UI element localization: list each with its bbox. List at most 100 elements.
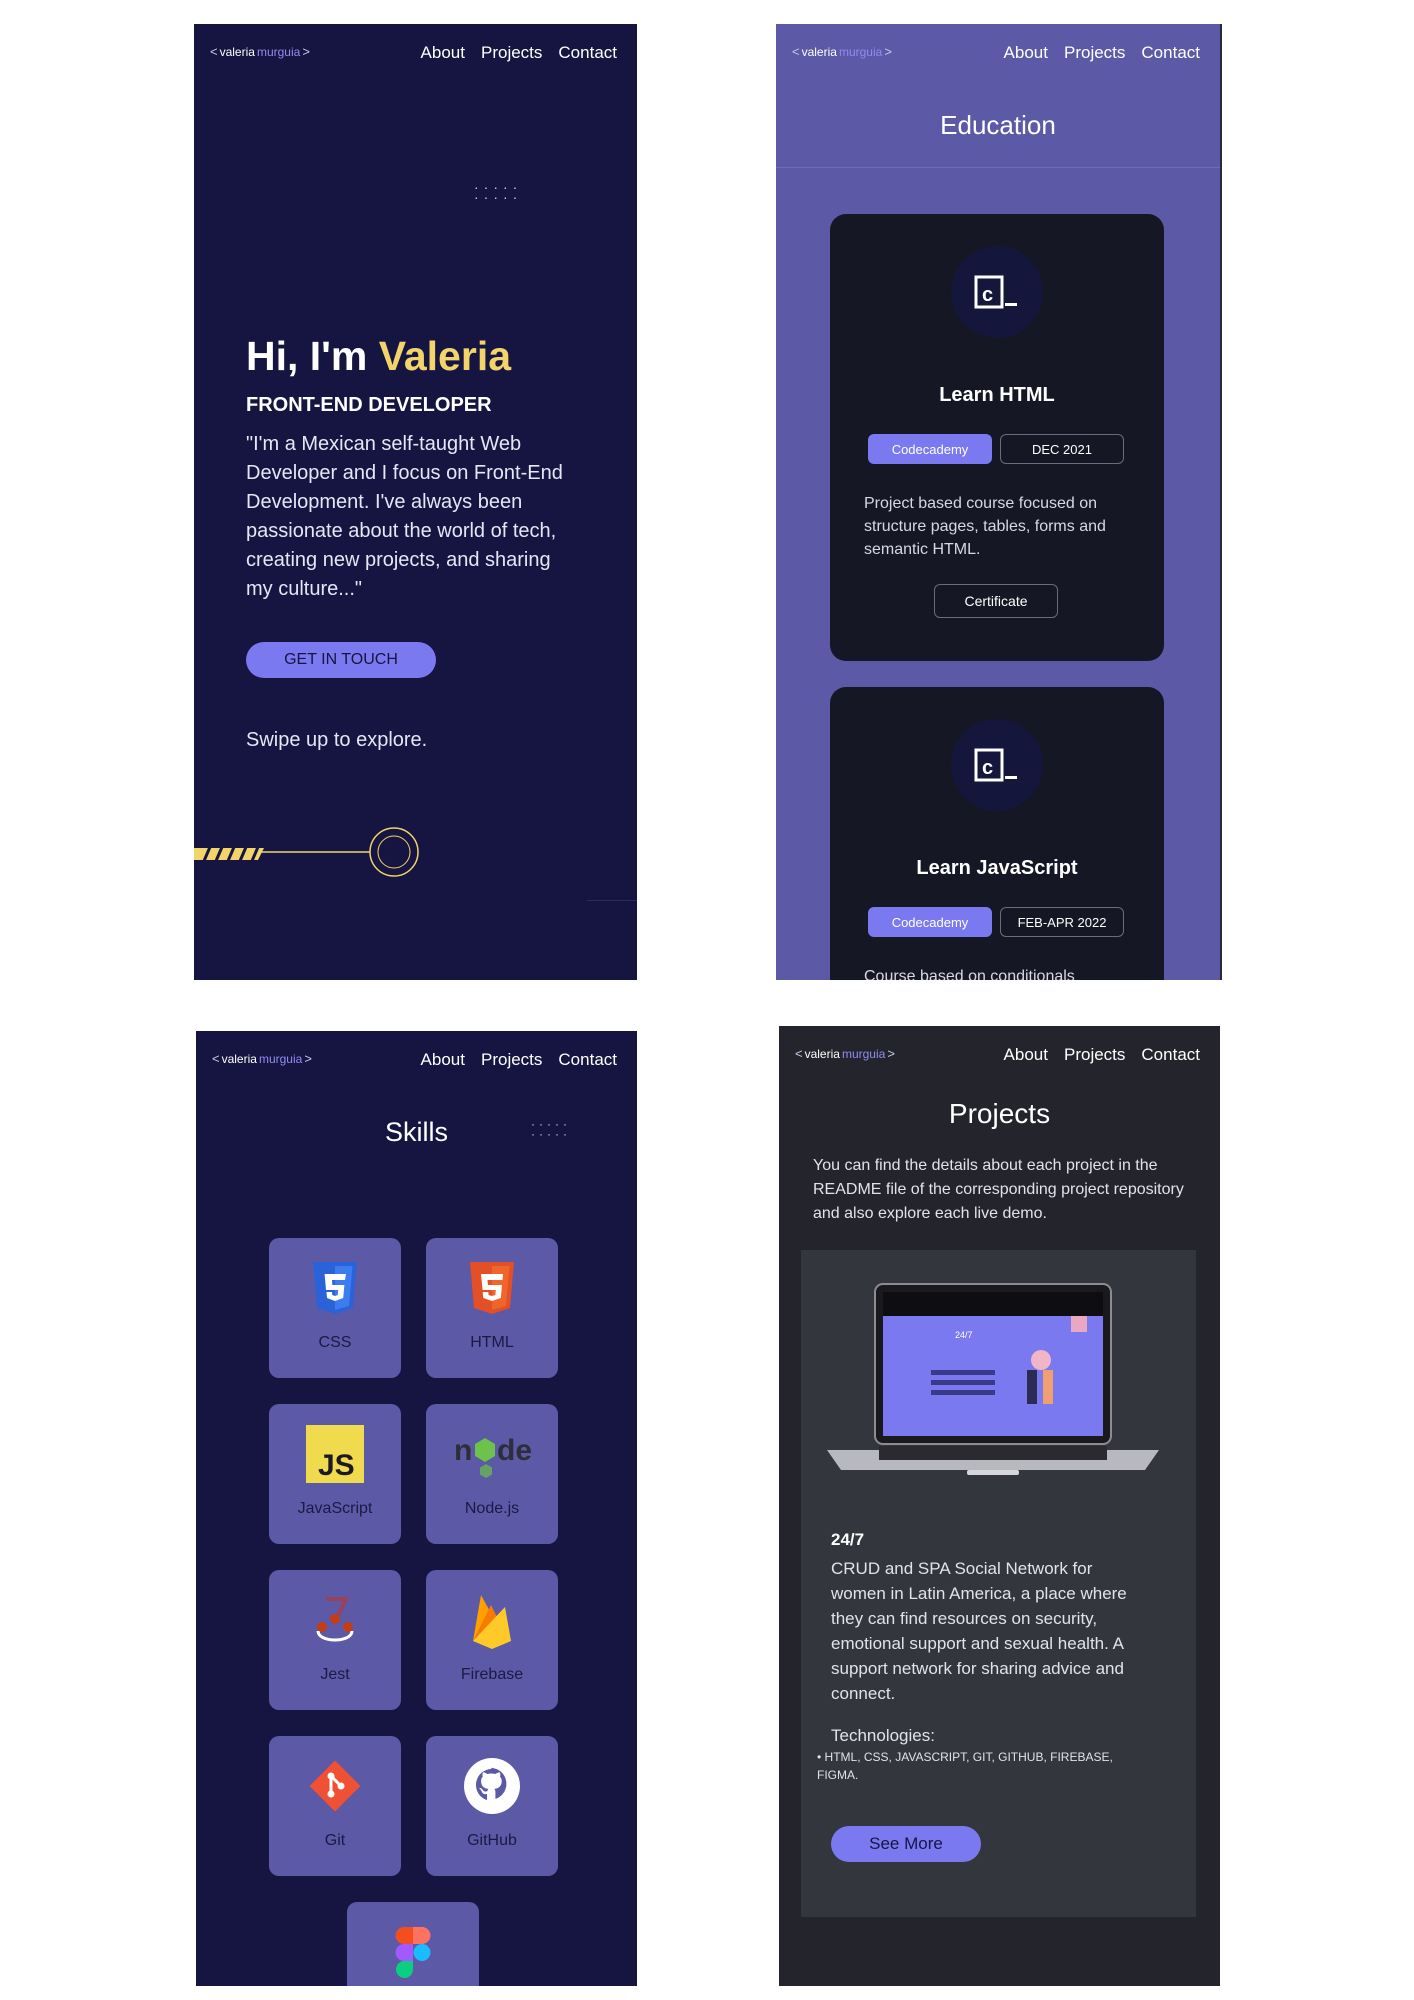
technologies-list: • HTML, CSS, JAVASCRIPT, GIT, GITHUB, FI…	[817, 1750, 1113, 1782]
css3-icon	[305, 1256, 365, 1320]
nav-link-about[interactable]: About	[1004, 1045, 1048, 1065]
date-tag: FEB-APR 2022	[1000, 907, 1124, 937]
course-description: Course based on conditionals	[864, 968, 1075, 980]
nav-link-projects[interactable]: Projects	[481, 1050, 542, 1070]
nav-link-contact[interactable]: Contact	[558, 43, 617, 63]
logo-text-last: murguia	[841, 1046, 886, 1061]
projects-intro: You can find the details about each proj…	[813, 1157, 1184, 1222]
technologies-text: HTML, CSS, JAVASCRIPT, GIT, GITHUB, FIRE…	[817, 1750, 1113, 1782]
logo-text-last: murguia	[838, 44, 883, 59]
firebase-icon	[462, 1588, 522, 1652]
figma-icon	[383, 1920, 443, 1984]
navbar: < valeria murguia > About Projects Contac…	[196, 1031, 637, 1091]
jest-icon	[305, 1588, 365, 1652]
chevron-left-icon: <	[795, 1046, 803, 1061]
nav-link-about[interactable]: About	[421, 1050, 465, 1070]
skill-card-nodejs: n de Node.js	[426, 1404, 558, 1544]
html5-icon	[462, 1256, 522, 1320]
logo[interactable]: < valeria murguia >	[210, 44, 310, 59]
hero-name: Valeria	[378, 333, 512, 379]
git-icon	[305, 1754, 365, 1818]
logo-text-last: murguia	[258, 1051, 303, 1066]
dot-grid-decoration: ····· ·····	[531, 1117, 571, 1141]
circuit-line-decoration	[194, 827, 419, 877]
certificate-button[interactable]: Certificate	[934, 584, 1058, 618]
section-title: Education	[940, 110, 1056, 140]
nav-link-projects[interactable]: Projects	[481, 43, 542, 63]
nav-link-contact[interactable]: Contact	[1141, 1045, 1200, 1065]
dot-grid-decoration: ····· ·····	[474, 179, 523, 205]
logo[interactable]: < valeria murguia >	[792, 44, 892, 59]
nav-link-projects[interactable]: Projects	[1064, 43, 1125, 63]
course-description: Project based course focused on structur…	[864, 495, 1106, 558]
logo[interactable]: < valeria murguia >	[212, 1051, 312, 1066]
navbar: < valeria murguia > About Projects Contac…	[194, 24, 637, 84]
codecademy-logo-icon: c	[951, 246, 1043, 338]
navbar: < valeria murguia > About Projects Contac…	[779, 1026, 1220, 1086]
projects-screen: < valeria murguia > About Projects Contac…	[779, 1026, 1220, 1986]
provider-tag: Codecademy	[868, 434, 992, 464]
get-in-touch-button[interactable]: GET IN TOUCH	[246, 642, 436, 678]
hero-screen: < valeria murguia > About Projects Contac…	[194, 24, 637, 980]
course-title: Learn HTML	[939, 384, 1055, 406]
nav-links: About Projects Contact	[1004, 1045, 1200, 1065]
skill-label: GitHub	[467, 1832, 517, 1849]
divider-line	[587, 900, 637, 901]
course-tags: Codecademy DEC 2021	[868, 434, 1124, 464]
codecademy-logo-icon: c	[951, 719, 1043, 811]
greeting-text: Hi, I'm	[246, 333, 379, 379]
skill-label: JavaScript	[297, 1500, 373, 1517]
svg-text:c: c	[982, 757, 993, 779]
skill-card-figma	[347, 1902, 479, 1986]
course-tags: Codecademy FEB-APR 2022	[868, 907, 1124, 937]
technologies-heading: Technologies:	[831, 1726, 935, 1745]
swipe-hint: Swipe up to explore.	[246, 729, 428, 751]
hero-bio: "I'm a Mexican self-taught Web Developer…	[246, 433, 563, 600]
chevron-left-icon: <	[792, 44, 800, 59]
skill-label: HTML	[470, 1334, 514, 1351]
see-more-button[interactable]: See More	[831, 1826, 981, 1862]
laptop-mockup-image: 24/7	[827, 1283, 1159, 1475]
course-title: Learn JavaScript	[916, 857, 1078, 879]
nav-links: About Projects Contact	[1004, 43, 1200, 63]
education-card: c Learn JavaScript Codecademy FEB-APR 20…	[830, 687, 1164, 980]
skill-label: CSS	[318, 1334, 352, 1351]
skill-label: Git	[324, 1832, 346, 1849]
chevron-right-icon: >	[302, 44, 310, 59]
skill-card-css: CSS	[269, 1238, 401, 1378]
skill-card-github: GitHub	[426, 1736, 558, 1876]
skill-card-javascript: JS JavaScript	[269, 1404, 401, 1544]
skill-card-html: HTML	[426, 1238, 558, 1378]
logo[interactable]: < valeria murguia >	[795, 1046, 895, 1061]
logo-text-first: valeria	[219, 44, 255, 59]
skill-card-git: Git	[269, 1736, 401, 1876]
svg-text:24/7: 24/7	[955, 1330, 973, 1340]
nav-link-projects[interactable]: Projects	[1064, 1045, 1125, 1065]
navbar: < valeria murguia > About Projects Contac…	[776, 24, 1220, 84]
project-description: CRUD and SPA Social Network for women in…	[831, 1559, 1127, 1703]
hero-heading: Hi, I'm Valeria	[246, 333, 511, 380]
date-tag: DEC 2021	[1000, 434, 1124, 464]
skill-label: Firebase	[460, 1666, 524, 1683]
nav-link-contact[interactable]: Contact	[1141, 43, 1200, 63]
nav-links: About Projects Contact	[421, 43, 617, 63]
nav-link-about[interactable]: About	[421, 43, 465, 63]
svg-text:de: de	[497, 1434, 532, 1467]
logo-text-first: valeria	[801, 44, 837, 59]
education-screen: < valeria murguia > About Projects Contac…	[776, 24, 1222, 980]
logo-text-last: murguia	[256, 44, 301, 59]
svg-text:c: c	[982, 284, 993, 306]
chevron-left-icon: <	[210, 44, 218, 59]
nav-link-contact[interactable]: Contact	[558, 1050, 617, 1070]
logo-text-first: valeria	[804, 1046, 840, 1061]
hero-role: FRONT-END DEVELOPER	[246, 394, 492, 416]
project-card: 24/7 24/7 CRUD and SPA Social Network fo…	[801, 1250, 1196, 1917]
chevron-right-icon: >	[304, 1051, 312, 1066]
education-card: c Learn HTML Codecademy DEC 2021 Project…	[830, 214, 1164, 661]
chevron-left-icon: <	[212, 1051, 220, 1066]
nav-link-about[interactable]: About	[1004, 43, 1048, 63]
section-title: Projects	[948, 1098, 1051, 1129]
skill-card-firebase: Firebase	[426, 1570, 558, 1710]
nodejs-icon: n de	[448, 1422, 536, 1486]
nav-links: About Projects Contact	[421, 1050, 617, 1070]
